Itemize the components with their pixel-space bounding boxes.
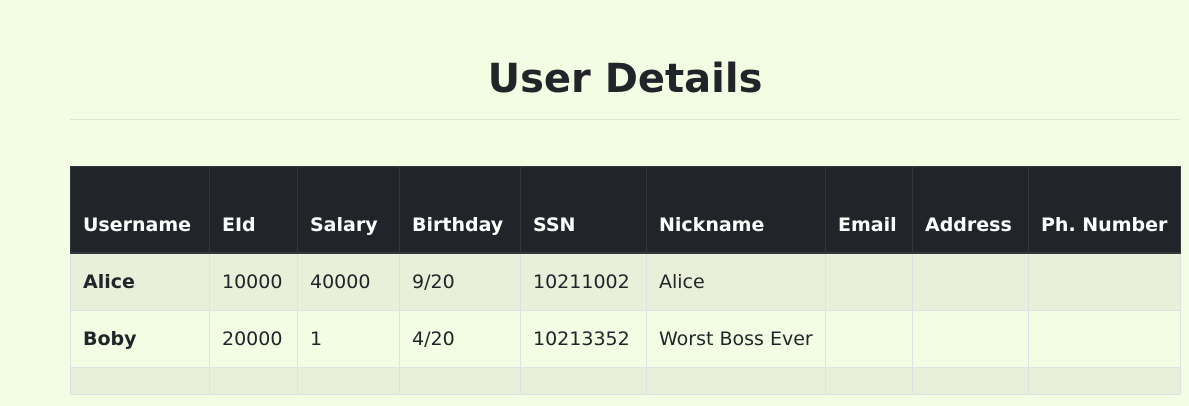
cell-salary: 1 <box>297 309 400 368</box>
cell-nickname <box>646 366 826 395</box>
column-header-salary: Salary <box>297 166 400 254</box>
table-row: Boby 20000 1 4/20 10213352 Worst Boss Ev… <box>70 309 1181 368</box>
cell-ssn <box>520 366 647 395</box>
cell-birthday: 9/20 <box>399 252 521 311</box>
cell-email <box>825 366 913 395</box>
cell-nickname: Worst Boss Ever <box>646 309 826 368</box>
header-row: Username EId Salary Birthday SSN Nicknam… <box>70 166 1181 254</box>
cell-nickname: Alice <box>646 252 826 311</box>
page-title: User Details <box>487 56 763 102</box>
cell-username: Boby <box>70 309 210 368</box>
column-header-phone: Ph. Number <box>1028 166 1181 254</box>
cell-address <box>912 309 1029 368</box>
column-header-email: Email <box>825 166 913 254</box>
column-header-username: Username <box>70 166 210 254</box>
cell-eid: 10000 <box>209 252 298 311</box>
cell-phone <box>1028 252 1181 311</box>
cell-ssn: 10213352 <box>520 309 647 368</box>
column-header-address: Address <box>912 166 1029 254</box>
table-body: Alice 10000 40000 9/20 10211002 Alice Bo… <box>70 252 1181 395</box>
cell-phone <box>1028 366 1181 395</box>
table-row <box>70 366 1181 395</box>
column-header-eid: EId <box>209 166 298 254</box>
cell-email <box>825 309 913 368</box>
cell-salary <box>297 366 400 395</box>
column-header-birthday: Birthday <box>399 166 521 254</box>
column-header-ssn: SSN <box>520 166 647 254</box>
cell-ssn: 10211002 <box>520 252 647 311</box>
user-details-table: Username EId Salary Birthday SSN Nicknam… <box>70 166 1181 395</box>
cell-username <box>70 366 210 395</box>
cell-address <box>912 252 1029 311</box>
cell-email <box>825 252 913 311</box>
table-row: Alice 10000 40000 9/20 10211002 Alice <box>70 252 1181 311</box>
cell-phone <box>1028 309 1181 368</box>
cell-address <box>912 366 1029 395</box>
cell-birthday: 4/20 <box>399 309 521 368</box>
cell-salary: 40000 <box>297 252 400 311</box>
table-header: Username EId Salary Birthday SSN Nicknam… <box>70 166 1181 254</box>
divider <box>70 119 1180 120</box>
cell-eid <box>209 366 298 395</box>
cell-eid: 20000 <box>209 309 298 368</box>
column-header-nickname: Nickname <box>646 166 826 254</box>
cell-username: Alice <box>70 252 210 311</box>
cell-birthday <box>399 366 521 395</box>
page: User Details Username EId Salary Birthda… <box>0 0 1189 406</box>
